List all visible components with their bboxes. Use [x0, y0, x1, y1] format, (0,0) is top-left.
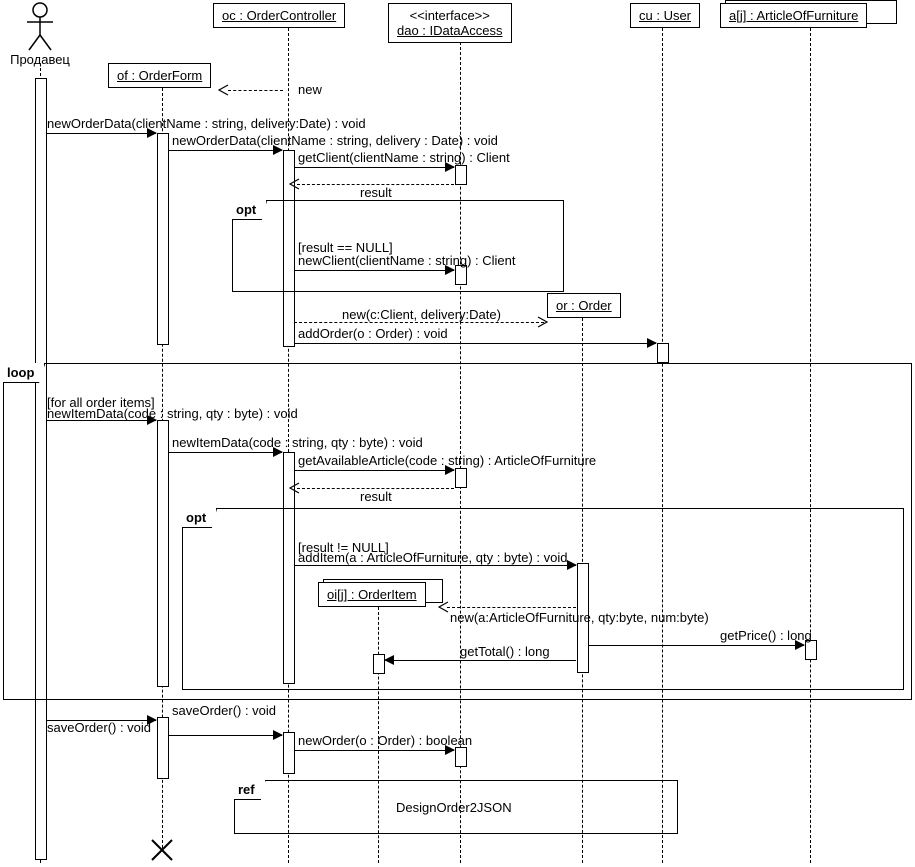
dao-stereotype: <<interface>> [410, 8, 490, 23]
msg-addOrder: addOrder(o : Order) : void [298, 326, 448, 341]
frame-loop-label: loop [3, 363, 45, 383]
arrow-newOrderData2 [168, 150, 282, 151]
msg-result2: result [360, 489, 392, 504]
arrowhead-saveOrder2 [273, 730, 283, 740]
arrow-newOrderDao [294, 750, 454, 751]
arrow-addOrder [294, 343, 656, 344]
msg-getPrice: getPrice() : long [720, 628, 812, 643]
frame-opt2 [182, 508, 904, 690]
arrow-saveOrder2 [168, 735, 282, 736]
msg-getAvailArt: getAvailableArticle(code : string) : Art… [298, 453, 596, 468]
act-of-1 [157, 133, 169, 345]
arrowhead-getTotal [384, 655, 394, 665]
frame-opt1-label: opt [232, 200, 267, 220]
arrow-getPrice [588, 645, 804, 646]
act-cu-1 [657, 343, 669, 363]
lifeline-cu: cu : User [630, 3, 700, 28]
arrow-getTotal [385, 660, 576, 661]
arrow-getClient [294, 167, 454, 168]
act-dao-1 [455, 165, 467, 185]
msg-new-of: new [298, 82, 322, 97]
arrow-newOI [447, 607, 576, 608]
msg-newOI: new(a:ArticleOfFurniture, qty:byte, num:… [450, 610, 709, 625]
arrowhead-addItem [567, 560, 577, 570]
lifeline-or: or : Order [547, 293, 621, 318]
msg-newOrderDao: newOrder(o : Order) : boolean [298, 733, 472, 748]
frame-opt1 [232, 200, 564, 292]
lifeline-dao: <<interface>> dao : IDataAccess [388, 3, 512, 43]
msg-addItem: addItem(a : ArticleOfFurniture, qty : by… [298, 550, 568, 565]
lifeline-oij: oi[j] : OrderItem [318, 582, 426, 607]
msg-result1: result [360, 185, 392, 200]
arrow-newItemData2 [168, 452, 282, 453]
arrowhead-addOrder [647, 338, 657, 348]
lifeline-oc: oc : OrderController [213, 3, 345, 28]
msg-getTotal: getTotal() : long [460, 644, 550, 659]
msg-newOrderData1: newOrderData(clientName : string, delive… [47, 116, 366, 131]
msg-newItemData2: newItemData(code : string, qty : byte) :… [172, 435, 423, 450]
destroy-of [150, 838, 174, 862]
arrow-getAvailArt [294, 470, 454, 471]
actor-seller [25, 2, 55, 52]
msg-newClient: newClient(clientName : string) : Client [298, 253, 515, 268]
act-dao-4 [455, 747, 467, 767]
msg-newItemData1: newItemData(code : string, qty : byte) :… [47, 406, 298, 421]
frame-opt2-label: opt [182, 508, 217, 528]
msg-getClient: getClient(clientName : string) : Client [298, 150, 510, 165]
arrow-new-of [228, 90, 283, 91]
arrow-newClient [294, 270, 454, 271]
msg-saveOrder1: saveOrder() : void [47, 720, 151, 735]
lifeline-aj: a[j] : ArticleOfFurniture [720, 3, 867, 28]
frame-ref-text: DesignOrder2JSON [396, 800, 512, 815]
act-of-3 [157, 717, 169, 779]
lifeline-of: of : OrderForm [108, 63, 211, 88]
dao-name: dao : IDataAccess [397, 23, 503, 38]
frame-ref-label: ref [234, 780, 266, 800]
msg-newOrderData2: newOrderData(clientName : string, delive… [172, 133, 498, 148]
act-oc-3 [283, 732, 295, 774]
arrow-addItem [294, 565, 576, 566]
arrow-newOrder [294, 322, 544, 323]
msg-saveOrder2: saveOrder() : void [172, 703, 276, 718]
arrow-newOrderData1 [46, 133, 156, 134]
actor-label: Продавец [0, 52, 80, 67]
msg-newOrder: new(c:Client, delivery:Date) [342, 307, 501, 322]
